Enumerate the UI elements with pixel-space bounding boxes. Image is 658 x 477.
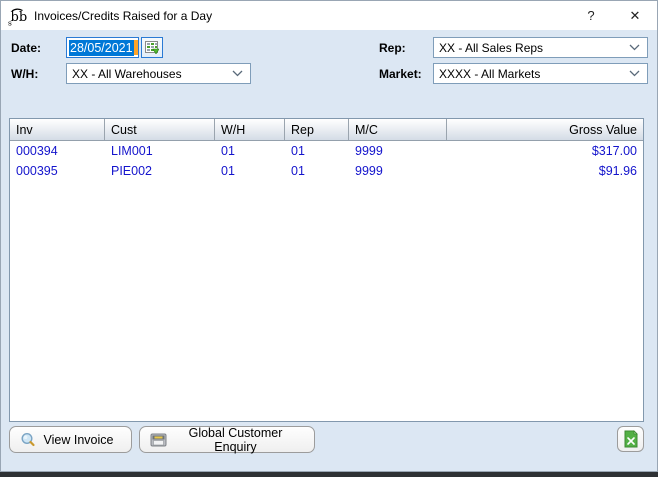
cell-mc: 9999 [349,161,447,181]
title-bar: bb s Invoices/Credits Raised for a Day ?… [1,1,657,30]
chevron-down-icon [629,70,640,77]
table-header: Inv Cust W/H Rep M/C Gross Value [10,119,643,141]
dialog-window: bb s Invoices/Credits Raised for a Day ?… [0,0,658,472]
rep-dropdown-value: XX - All Sales Reps [439,41,543,55]
cell-gross-value: $91.96 [447,161,643,181]
cell-cust: LIM001 [105,141,215,161]
cell-cust: PIE002 [105,161,215,181]
global-customer-enquiry-label: Global Customer Enquiry [167,426,314,454]
warehouse-dropdown-value: XX - All Warehouses [72,67,182,81]
invoice-list: Inv Cust W/H Rep M/C Gross Value 000394 … [9,118,644,422]
column-header-mc[interactable]: M/C [349,119,447,140]
market-dropdown[interactable]: XXXX - All Markets [433,63,648,84]
cell-wh: 01 [215,141,285,161]
background-edge [0,472,658,477]
cell-wh: 01 [215,161,285,181]
view-invoice-label: View Invoice [36,433,131,447]
excel-export-icon [623,430,639,448]
export-to-excel-button[interactable] [617,426,644,452]
column-header-wh[interactable]: W/H [215,119,285,140]
magnifier-icon [20,432,36,448]
help-button[interactable]: ? [569,1,613,30]
view-invoice-button[interactable]: View Invoice [9,426,132,453]
cell-inv: 000395 [10,161,105,181]
global-customer-enquiry-button[interactable]: Global Customer Enquiry [139,426,315,453]
card-file-icon [150,432,167,448]
date-label: Date: [11,41,41,55]
rep-dropdown[interactable]: XX - All Sales Reps [433,37,648,58]
cell-mc: 9999 [349,141,447,161]
table-row[interactable]: 000395 PIE002 01 01 9999 $91.96 [10,161,643,181]
window-title: Invoices/Credits Raised for a Day [34,9,212,23]
warehouse-dropdown[interactable]: XX - All Warehouses [66,63,251,84]
rep-label: Rep: [379,41,406,55]
market-label: Market: [379,67,422,81]
cell-gross-value: $317.00 [447,141,643,161]
table-row[interactable]: 000394 LIM001 01 01 9999 $317.00 [10,141,643,161]
column-header-rep[interactable]: Rep [285,119,349,140]
close-button[interactable]: ✕ [613,1,657,30]
text-caret [134,40,138,55]
calendar-icon [145,41,159,54]
date-picker-button[interactable] [141,37,163,58]
cell-rep: 01 [285,141,349,161]
date-input[interactable]: 28/05/2021 [66,37,139,58]
svg-text:s: s [8,18,12,26]
cell-rep: 01 [285,161,349,181]
warehouse-label: W/H: [11,67,38,81]
column-header-gross-value[interactable]: Gross Value [447,119,643,140]
market-dropdown-value: XXXX - All Markets [439,67,540,81]
date-value: 28/05/2021 [69,40,134,56]
chevron-down-icon [232,70,243,77]
bb-logo-icon: bb s [7,6,27,26]
svg-text:bb: bb [11,10,28,25]
cell-inv: 000394 [10,141,105,161]
chevron-down-icon [629,44,640,51]
column-header-inv[interactable]: Inv [10,119,105,140]
column-header-cust[interactable]: Cust [105,119,215,140]
